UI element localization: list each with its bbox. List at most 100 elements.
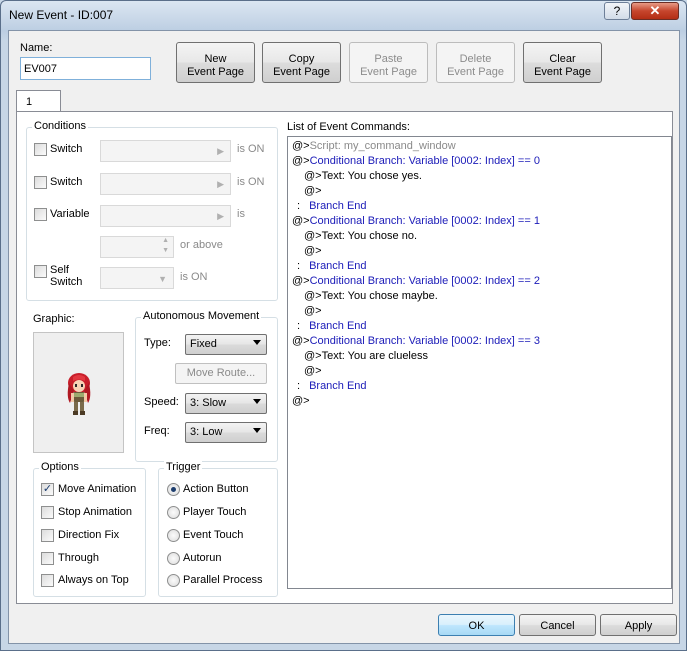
- command-text: Branch End: [309, 260, 367, 272]
- event-command-line[interactable]: @>Text: You chose no.: [304, 230, 417, 242]
- event-name-input[interactable]: [20, 57, 151, 80]
- stop-animation-label: Stop Animation: [58, 506, 132, 518]
- event-command-line[interactable]: : Branch End: [297, 200, 367, 212]
- event-command-line[interactable]: @>Conditional Branch: Variable [0002: In…: [292, 215, 540, 227]
- conditions-group: Conditions Switch ▶ is ON Switch ▶ is ON…: [26, 120, 278, 301]
- cancel-button[interactable]: Cancel: [519, 614, 596, 636]
- event-command-line[interactable]: @>Script: my_command_window: [292, 140, 456, 152]
- freq-select[interactable]: 3: Low: [185, 422, 267, 443]
- command-text: Branch End: [309, 380, 367, 392]
- always-on-top-checkbox[interactable]: [41, 574, 54, 587]
- paste-event-page-button[interactable]: Paste Event Page: [349, 42, 428, 83]
- graphic-label: Graphic:: [33, 313, 75, 325]
- self-switch-label-2: Switch: [50, 276, 83, 288]
- event-command-line[interactable]: @>: [304, 185, 322, 197]
- conditions-title: Conditions: [32, 120, 88, 132]
- through-checkbox[interactable]: [41, 552, 54, 565]
- delete-event-page-label-1: Delete: [459, 53, 492, 65]
- ok-button[interactable]: OK: [438, 614, 515, 636]
- event-touch-radio[interactable]: [167, 529, 180, 542]
- type-select[interactable]: Fixed: [185, 334, 267, 355]
- autorun-label: Autorun: [183, 552, 222, 564]
- graphic-preview[interactable]: [33, 332, 124, 453]
- command-text: Text: You are clueless: [321, 350, 428, 362]
- event-command-line[interactable]: @>Text: You chose yes.: [304, 170, 422, 182]
- command-prefix: @>: [292, 155, 310, 167]
- switch1-selector[interactable]: ▶: [100, 140, 231, 162]
- clear-event-page-button[interactable]: Clear Event Page: [523, 42, 602, 83]
- event-command-line[interactable]: @>: [304, 245, 322, 257]
- through-label: Through: [58, 552, 99, 564]
- command-prefix: :: [297, 200, 301, 212]
- player-touch-radio[interactable]: [167, 506, 180, 519]
- type-label: Type:: [144, 337, 171, 349]
- parallel-process-radio[interactable]: [167, 574, 180, 587]
- switch1-arrow-icon: ▶: [217, 146, 224, 156]
- event-command-line[interactable]: @>Conditional Branch: Variable [0002: In…: [292, 335, 540, 347]
- event-command-line[interactable]: : Branch End: [297, 320, 367, 332]
- trigger-title: Trigger: [164, 461, 203, 473]
- delete-event-page-button[interactable]: Delete Event Page: [436, 42, 515, 83]
- paste-event-page-label-2: Event Page: [360, 66, 417, 78]
- options-group: Options ✓ Move Animation Stop Animation …: [33, 461, 146, 597]
- tab-page-1[interactable]: 1: [16, 90, 61, 112]
- event-command-line[interactable]: @>Text: You chose maybe.: [304, 290, 438, 302]
- switch2-selector[interactable]: ▶: [100, 173, 231, 195]
- speed-select[interactable]: 3: Slow: [185, 393, 267, 414]
- command-prefix: @>: [292, 215, 310, 227]
- type-dropdown-icon: [253, 340, 261, 345]
- command-text: Conditional Branch: Variable [0002: Inde…: [309, 155, 540, 167]
- variable-value-spinner[interactable]: ▲ ▼: [100, 236, 174, 258]
- variable-or-above: or above: [180, 239, 223, 251]
- self-switch-selector[interactable]: ▼: [100, 267, 174, 289]
- event-command-line[interactable]: @>: [292, 395, 310, 407]
- switch1-label: Switch: [50, 143, 83, 155]
- variable-label: Variable: [50, 208, 90, 220]
- help-button[interactable]: ?: [604, 2, 630, 20]
- switch1-checkbox[interactable]: [34, 143, 47, 156]
- variable-checkbox[interactable]: [34, 208, 47, 221]
- event-command-line[interactable]: : Branch End: [297, 380, 367, 392]
- move-route-button[interactable]: Move Route...: [175, 363, 267, 384]
- command-text: Text: You chose yes.: [321, 170, 422, 182]
- stop-animation-checkbox[interactable]: [41, 506, 54, 519]
- event-command-line[interactable]: @>Conditional Branch: Variable [0002: In…: [292, 275, 540, 287]
- action-button-label: Action Button: [183, 483, 249, 495]
- self-switch-checkbox[interactable]: [34, 265, 47, 278]
- event-command-line[interactable]: @>: [304, 365, 322, 377]
- autorun-radio[interactable]: [167, 552, 180, 565]
- switch1-suffix: is ON: [237, 143, 265, 155]
- event-command-line[interactable]: @>Text: You are clueless: [304, 350, 428, 362]
- move-animation-checkbox[interactable]: ✓: [41, 483, 54, 496]
- command-prefix: @>: [304, 305, 322, 317]
- paste-event-page-label-1: Paste: [374, 53, 403, 65]
- freq-dropdown-icon: [253, 428, 261, 433]
- freq-select-value: 3: Low: [190, 426, 223, 438]
- variable-selector[interactable]: ▶: [100, 205, 231, 227]
- dialog-body: Name: New Event Page Copy Event Page Pas…: [8, 30, 680, 644]
- command-prefix: @>: [304, 185, 322, 197]
- close-button[interactable]: ✕: [631, 2, 679, 20]
- event-editor-window: New Event - ID:007 ? ✕ Name: New Event P…: [0, 0, 687, 651]
- command-prefix: @>: [304, 170, 322, 182]
- event-command-line[interactable]: @>: [304, 305, 322, 317]
- event-commands-title: List of Event Commands:: [287, 121, 410, 133]
- command-text: Branch End: [309, 200, 367, 212]
- command-text: Text: You chose no.: [321, 230, 418, 242]
- action-button-radio[interactable]: [167, 483, 180, 496]
- switch2-checkbox[interactable]: [34, 176, 47, 189]
- command-text: Conditional Branch: Variable [0002: Inde…: [309, 215, 540, 227]
- self-switch-suffix: is ON: [180, 271, 208, 283]
- direction-fix-checkbox[interactable]: [41, 529, 54, 542]
- copy-event-page-label-2: Event Page: [273, 66, 330, 78]
- event-command-line[interactable]: : Branch End: [297, 260, 367, 272]
- event-command-line[interactable]: @>Conditional Branch: Variable [0002: In…: [292, 155, 540, 167]
- new-event-page-button[interactable]: New Event Page: [176, 42, 255, 83]
- variable-arrow-icon: ▶: [217, 211, 224, 221]
- self-switch-label-1: Self: [50, 264, 69, 276]
- copy-event-page-button[interactable]: Copy Event Page: [262, 42, 341, 83]
- event-commands-list[interactable]: @>Script: my_command_window @>Conditional…: [287, 136, 672, 589]
- command-prefix: :: [297, 260, 301, 272]
- command-prefix: @>: [304, 365, 322, 377]
- apply-button[interactable]: Apply: [600, 614, 677, 636]
